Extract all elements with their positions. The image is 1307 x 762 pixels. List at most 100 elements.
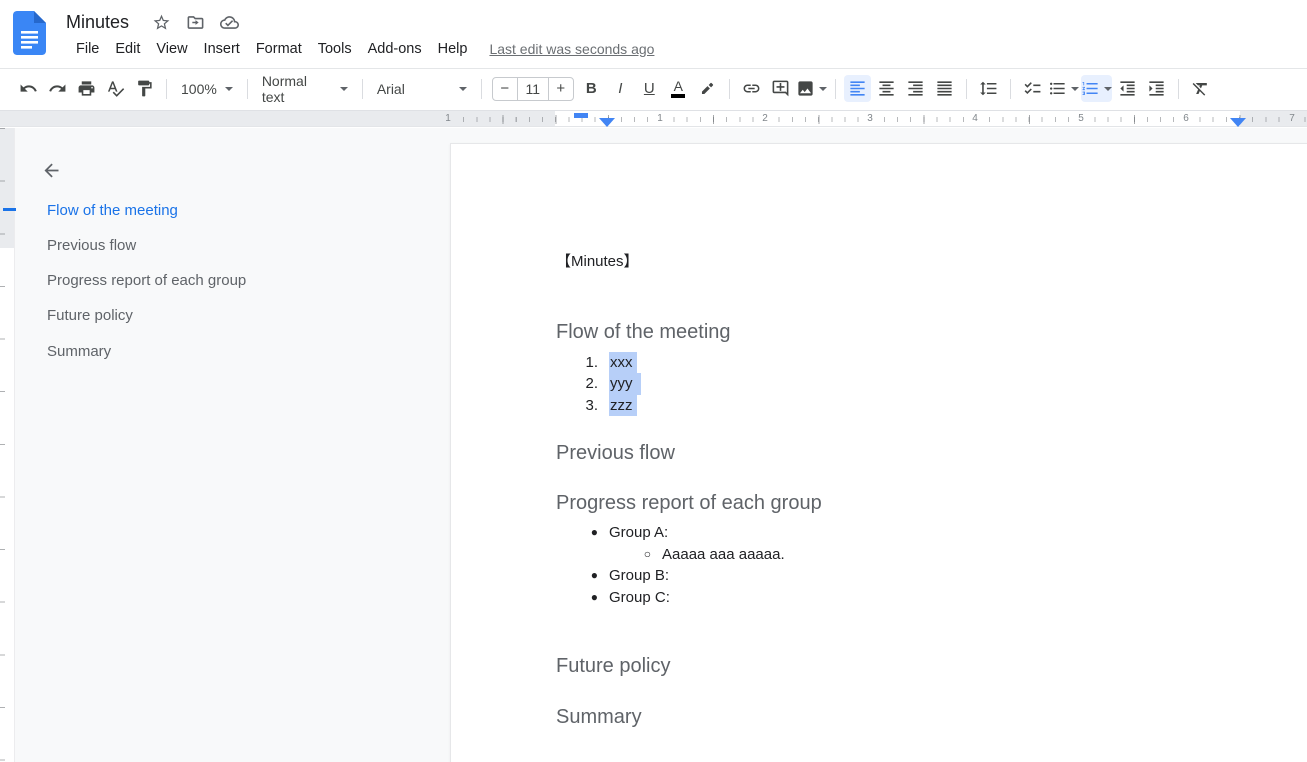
menu-help[interactable]: Help [430, 38, 476, 60]
align-center-button[interactable] [873, 75, 900, 102]
selected-text[interactable]: zzz [609, 395, 637, 417]
paragraph-style-select[interactable]: Normal text [255, 75, 355, 102]
menu-addons[interactable]: Add-ons [360, 38, 430, 60]
ruler-label: 1 [442, 113, 454, 124]
selected-text[interactable]: yyy [609, 373, 641, 395]
numbered-list: 1. xxx 2. yyy 3. zzz [556, 352, 1303, 417]
horizontal-ruler[interactable]: 1 1 2 3 4 5 6 7 [0, 110, 1307, 127]
doc-heading-flow-of-the-meeting[interactable]: Flow of the meeting [556, 320, 1303, 345]
add-comment-button[interactable] [767, 75, 794, 102]
toolbar-divider [166, 79, 167, 99]
first-line-indent-marker[interactable] [574, 113, 588, 118]
vertical-ruler[interactable] [0, 128, 15, 762]
line-spacing-button[interactable] [975, 75, 1002, 102]
italic-button[interactable]: I [607, 75, 634, 102]
ruler-label: 2 [759, 113, 771, 124]
numbered-list-item[interactable]: 1. xxx [556, 352, 1303, 374]
increase-indent-button[interactable] [1143, 75, 1170, 102]
chevron-down-icon [340, 87, 348, 91]
vertical-ruler-ticks [0, 128, 5, 762]
toolbar-divider [481, 79, 482, 99]
bullet-list-item[interactable]: ● Group B: [556, 565, 1303, 587]
doc-intro-paragraph[interactable]: 【Minutes】 [556, 251, 1303, 273]
title-row: Minutes [66, 8, 253, 36]
doc-heading-summary[interactable]: Summary [556, 705, 1303, 730]
undo-button[interactable] [15, 75, 42, 102]
numbered-list-button[interactable] [1081, 75, 1112, 102]
outline-item-flow-of-the-meeting[interactable]: Flow of the meeting [47, 202, 178, 224]
selected-text[interactable]: xxx [609, 352, 637, 374]
decrease-indent-button[interactable] [1114, 75, 1141, 102]
chevron-down-icon [459, 87, 467, 91]
bulleted-list: ● Group A: ○ Aaaaa aaa aaaaa. ● Group B:… [556, 522, 1303, 608]
zoom-select[interactable]: 100% [174, 75, 240, 102]
checklist-button[interactable] [1019, 75, 1046, 102]
decrease-font-size-button[interactable]: − [493, 78, 517, 100]
clear-formatting-button[interactable] [1187, 75, 1214, 102]
toolbar-divider [1178, 79, 1179, 99]
chevron-down-icon [225, 87, 233, 91]
bullet-text[interactable]: Group A: [609, 522, 668, 544]
bullet-list-item[interactable]: ● Group C: [556, 587, 1303, 609]
bullet-marker: ● [556, 587, 598, 609]
document-canvas: Flow of the meeting Previous flow Progre… [0, 128, 1307, 762]
menu-edit[interactable]: Edit [107, 38, 148, 60]
align-right-button[interactable] [902, 75, 929, 102]
increase-font-size-button[interactable]: + [549, 78, 573, 100]
menu-file[interactable]: File [68, 38, 107, 60]
right-indent-marker[interactable] [1230, 118, 1246, 127]
menu-bar: File Edit View Insert Format Tools Add-o… [68, 38, 654, 60]
numbered-list-item[interactable]: 3. zzz [556, 395, 1303, 417]
sub-bullet-text[interactable]: Aaaaa aaa aaaaa. [662, 544, 785, 566]
align-left-button[interactable] [844, 75, 871, 102]
redo-button[interactable] [44, 75, 71, 102]
bullet-text[interactable]: Group B: [609, 565, 669, 587]
justify-button[interactable] [931, 75, 958, 102]
ruler-label: 1 [654, 113, 666, 124]
doc-heading-future-policy[interactable]: Future policy [556, 654, 1303, 679]
paint-format-button[interactable] [131, 75, 158, 102]
toolbar-divider [247, 79, 248, 99]
chevron-down-icon [819, 87, 827, 91]
close-outline-arrow-icon[interactable] [37, 156, 65, 184]
list-number: 1. [556, 352, 598, 374]
insert-image-button[interactable] [796, 75, 827, 102]
bold-button[interactable]: B [578, 75, 605, 102]
text-color-button[interactable]: A [665, 75, 692, 102]
google-docs-app: Minutes File Edit View Insert Format Too… [0, 0, 1307, 762]
menu-insert[interactable]: Insert [196, 38, 248, 60]
document-title[interactable]: Minutes [66, 12, 129, 33]
font-size-value[interactable]: 11 [517, 78, 549, 100]
spellcheck-button[interactable] [102, 75, 129, 102]
underline-button[interactable]: U [636, 75, 663, 102]
last-edit-status[interactable]: Last edit was seconds ago [489, 41, 654, 57]
doc-heading-progress-report[interactable]: Progress report of each group [556, 491, 1303, 516]
docs-logo-icon[interactable] [13, 11, 46, 55]
outline-item-progress-report[interactable]: Progress report of each group [47, 272, 246, 294]
outline-item-summary[interactable]: Summary [47, 343, 111, 365]
bulleted-list-button[interactable] [1048, 75, 1079, 102]
print-button[interactable] [73, 75, 100, 102]
left-indent-marker[interactable] [599, 118, 615, 127]
bullet-text[interactable]: Group C: [609, 587, 670, 609]
star-icon[interactable] [151, 12, 171, 32]
outline-item-previous-flow[interactable]: Previous flow [47, 237, 136, 259]
toolbar-divider [1010, 79, 1011, 99]
bullet-list-item[interactable]: ● Group A: [556, 522, 1303, 544]
ruler-label: 4 [969, 113, 981, 124]
ruler-label: 5 [1075, 113, 1087, 124]
menu-format[interactable]: Format [248, 38, 310, 60]
outline-item-future-policy[interactable]: Future policy [47, 307, 133, 329]
numbered-list-item[interactable]: 2. yyy [556, 373, 1303, 395]
menu-view[interactable]: View [148, 38, 195, 60]
move-to-folder-icon[interactable] [185, 12, 205, 32]
insert-link-button[interactable] [738, 75, 765, 102]
doc-heading-previous-flow[interactable]: Previous flow [556, 441, 1303, 466]
document-page[interactable]: 【Minutes】 Flow of the meeting 1. xxx 2. … [450, 143, 1307, 762]
highlight-color-button[interactable] [694, 75, 721, 102]
menu-tools[interactable]: Tools [310, 38, 360, 60]
sub-bullet-list-item[interactable]: ○ Aaaaa aaa aaaaa. [556, 544, 1303, 566]
document-status-cloud-icon[interactable] [219, 12, 239, 32]
toolbar-divider [729, 79, 730, 99]
font-select[interactable]: Arial [370, 75, 474, 102]
